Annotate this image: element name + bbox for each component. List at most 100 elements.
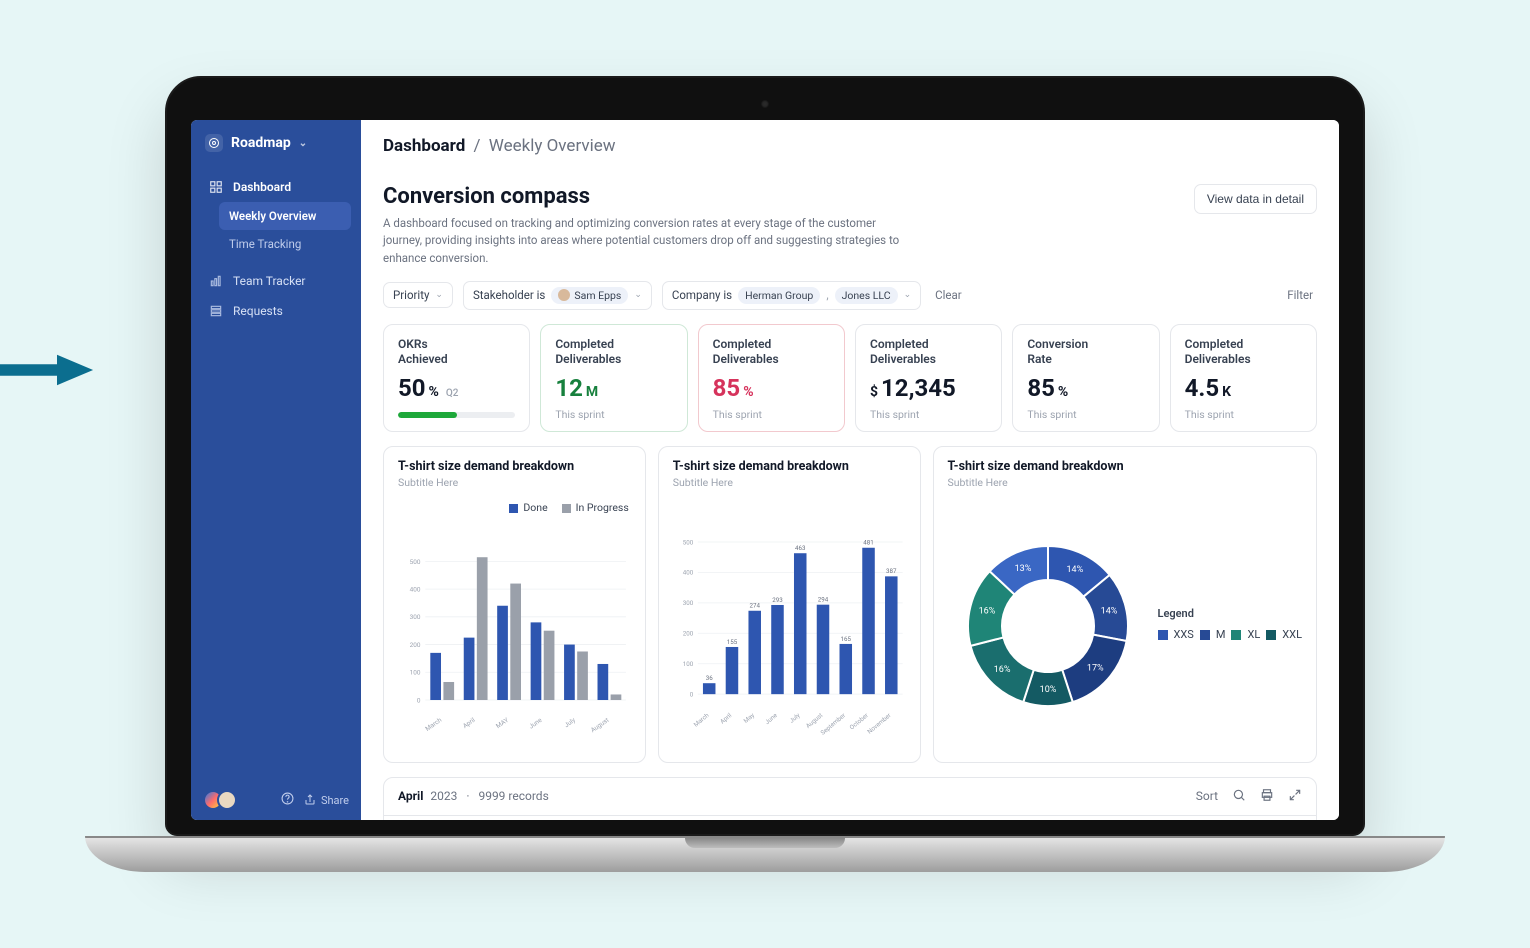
laptop-camera — [761, 100, 769, 108]
share-button[interactable]: Share — [304, 794, 349, 807]
kpi-foot: This sprint — [1185, 408, 1302, 421]
svg-text:10%: 10% — [1039, 685, 1056, 695]
kpi-card[interactable]: CompletedDeliverables $12,345 This sprint — [855, 324, 1002, 432]
chart-donut: T-shirt size demand breakdown Subtitle H… — [933, 446, 1317, 763]
requests-icon — [209, 304, 223, 318]
print-icon[interactable] — [1260, 788, 1274, 805]
kpi-foot: This sprint — [555, 408, 672, 421]
svg-text:16%: 16% — [993, 666, 1010, 676]
legend-item: M — [1200, 628, 1226, 641]
kpi-value: $12,345 — [870, 374, 987, 402]
kpi-value: 85% — [713, 374, 830, 402]
svg-text:August: August — [589, 716, 610, 734]
nav-requests[interactable]: Requests — [201, 296, 351, 326]
kpi-title: CompletedDeliverables — [555, 337, 672, 368]
search-icon[interactable] — [1232, 788, 1246, 805]
sort-button[interactable]: Sort — [1196, 789, 1218, 803]
svg-text:June: June — [763, 711, 779, 726]
kpi-card[interactable]: CompletedDeliverables 12M This sprint — [540, 324, 687, 432]
clear-filters[interactable]: Clear — [931, 283, 966, 307]
filter-priority[interactable]: Priority ⌄ — [383, 282, 453, 308]
svg-text:463: 463 — [795, 544, 806, 552]
avatar-stack[interactable] — [203, 790, 237, 810]
svg-text:0: 0 — [689, 690, 693, 698]
filter-stakeholder[interactable]: Stakeholder is Sam Epps ⌄ — [463, 281, 652, 310]
svg-text:165: 165 — [840, 635, 851, 643]
table-month[interactable]: April — [398, 789, 423, 803]
svg-text:14%: 14% — [1100, 607, 1117, 617]
nav-dashboard-label: Dashboard — [233, 180, 291, 194]
expand-icon[interactable] — [1288, 788, 1302, 805]
svg-text:MAY: MAY — [494, 716, 510, 730]
nav: Dashboard Weekly Overview Time Tracking — [191, 166, 361, 780]
kpi-progress — [398, 412, 515, 418]
chip-company[interactable]: Herman Group — [738, 287, 820, 304]
main: Dashboard / Weekly Overview Conversion c… — [361, 120, 1339, 820]
chart-grouped-bars: T-shirt size demand breakdown Subtitle H… — [383, 446, 646, 763]
svg-text:36: 36 — [705, 674, 712, 682]
svg-text:March: March — [692, 711, 711, 728]
kpi-card[interactable]: CompletedDeliverables85%This sprint — [698, 324, 845, 432]
svg-text:November: November — [865, 711, 892, 735]
chart-single-bars: T-shirt size demand breakdown Subtitle H… — [658, 446, 921, 763]
svg-text:200: 200 — [682, 630, 693, 638]
chip-stakeholder[interactable]: Sam Epps — [551, 287, 628, 304]
svg-text:April: April — [718, 711, 733, 726]
page-description: A dashboard focused on tracking and opti… — [383, 215, 903, 267]
kpi-title: OKRsAchieved — [398, 337, 515, 368]
svg-text:293: 293 — [772, 596, 783, 604]
svg-text:July: July — [788, 711, 802, 724]
svg-text:March: March — [424, 716, 444, 733]
kpi-card[interactable]: ConversionRate85%This sprint — [1012, 324, 1159, 432]
kpi-value: 12M — [555, 374, 672, 402]
legend-swatch — [509, 504, 518, 513]
svg-text:13%: 13% — [1014, 565, 1031, 575]
svg-text:300: 300 — [410, 613, 421, 621]
svg-text:500: 500 — [682, 538, 693, 546]
filter-company[interactable]: Company is Herman Group , Jones LLC ⌄ — [662, 281, 921, 310]
chevron-down-icon: ⌄ — [299, 138, 307, 149]
brand-name: Roadmap — [231, 135, 291, 151]
breadcrumb-page: Weekly Overview — [489, 136, 616, 156]
brand[interactable]: Roadmap ⌄ — [191, 120, 361, 166]
legend-item: XXS — [1158, 628, 1194, 641]
kpi-title: CompletedDeliverables — [713, 337, 830, 368]
kpi-card[interactable]: CompletedDeliverables4.5KThis sprint — [1170, 324, 1317, 432]
kpi-card[interactable]: OKRsAchieved50%Q2 — [383, 324, 530, 432]
external-pointer-arrow — [0, 350, 95, 390]
svg-text:200: 200 — [410, 641, 421, 649]
app-screen: Roadmap ⌄ Dashboard Weekly Ove — [191, 120, 1339, 820]
kpi-foot: This sprint — [870, 408, 987, 421]
svg-text:17%: 17% — [1086, 664, 1103, 674]
chart-plot: 010020030040050036March155April274May293… — [673, 495, 906, 749]
donut-legend: Legend XXSMXLXXL — [1158, 603, 1302, 649]
chevron-down-icon: ⌄ — [634, 290, 642, 300]
kpi-value: 85% — [1027, 374, 1144, 402]
nav-weekly-overview[interactable]: Weekly Overview — [219, 202, 351, 230]
avatar — [217, 790, 237, 810]
charts-row: T-shirt size demand breakdown Subtitle H… — [383, 446, 1317, 763]
open-filter[interactable]: Filter — [1283, 283, 1317, 307]
svg-text:June: June — [527, 716, 544, 731]
svg-text:0: 0 — [417, 696, 421, 704]
chart-legend: Done In Progress — [398, 501, 629, 514]
chip-company[interactable]: Jones LLC — [835, 287, 898, 304]
nav-time-tracking[interactable]: Time Tracking — [219, 230, 351, 258]
view-detail-button[interactable]: View data in detail — [1194, 184, 1317, 214]
brand-logo-icon — [205, 134, 223, 152]
svg-text:July: July — [563, 716, 577, 729]
chevron-down-icon: ⌄ — [904, 290, 912, 300]
breadcrumb-root[interactable]: Dashboard — [383, 136, 465, 156]
avatar-dot-icon — [558, 289, 570, 301]
legend-item: XXL — [1266, 628, 1302, 641]
svg-text:100: 100 — [682, 660, 693, 668]
nav-dashboard[interactable]: Dashboard — [201, 172, 351, 202]
page-title: Conversion compass — [383, 184, 903, 209]
nav-team-tracker[interactable]: Team Tracker — [201, 266, 351, 296]
laptop-frame: Roadmap ⌄ Dashboard Weekly Ove — [165, 76, 1365, 872]
kpi-title: CompletedDeliverables — [870, 337, 987, 368]
svg-text:500: 500 — [410, 558, 421, 566]
svg-text:August: August — [804, 711, 824, 730]
svg-text:16%: 16% — [978, 607, 995, 617]
help-icon[interactable] — [281, 792, 294, 808]
